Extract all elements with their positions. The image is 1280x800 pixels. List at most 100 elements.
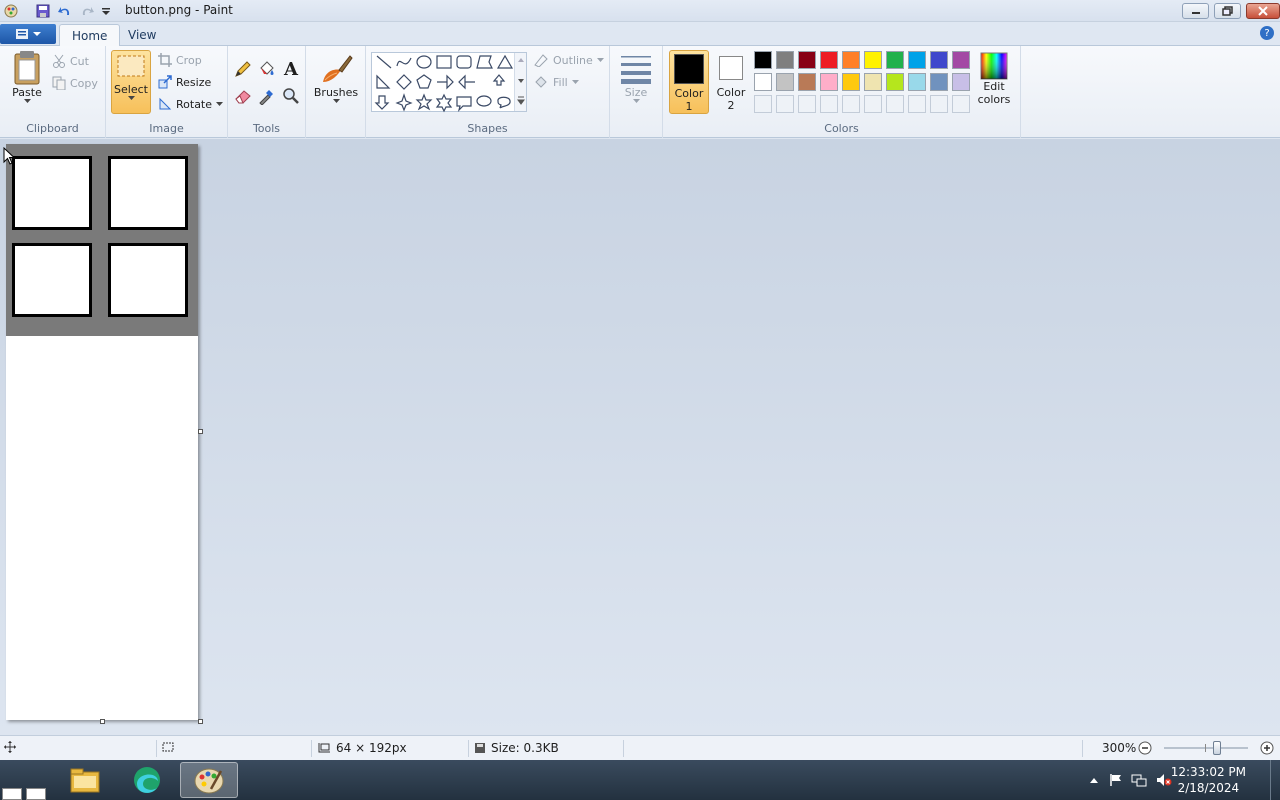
custom-color-slot[interactable] xyxy=(864,95,882,113)
select-label: Select xyxy=(114,83,148,96)
rotate-button[interactable]: Rotate xyxy=(158,95,224,113)
palette-swatch[interactable] xyxy=(952,51,970,69)
palette-swatch[interactable] xyxy=(864,51,882,69)
help-icon[interactable]: ? xyxy=(1260,26,1274,40)
palette-swatch[interactable] xyxy=(754,73,772,91)
cursor-position-icon xyxy=(4,741,16,753)
show-hidden-icons[interactable] xyxy=(1086,772,1102,788)
zoom-slider-track[interactable] xyxy=(1164,741,1248,755)
copy-button[interactable]: Copy xyxy=(52,74,98,92)
eraser-icon[interactable] xyxy=(233,86,253,106)
image-dimensions: 64 × 192px xyxy=(317,741,407,755)
shapes-group: Outline Fill Shapes xyxy=(366,46,610,138)
close-button[interactable] xyxy=(1246,3,1280,19)
custom-color-slot[interactable] xyxy=(798,95,816,113)
color1-button[interactable]: Color 1 xyxy=(669,50,709,114)
paste-button[interactable]: Paste xyxy=(8,50,46,104)
taskbar-paint[interactable] xyxy=(180,762,238,798)
rotate-label: Rotate xyxy=(176,97,213,111)
palette-swatch[interactable] xyxy=(776,51,794,69)
shapes-gallery-icons[interactable] xyxy=(374,53,514,113)
drawing-canvas[interactable] xyxy=(6,144,198,720)
custom-color-slot[interactable] xyxy=(754,95,772,113)
palette-swatch[interactable] xyxy=(776,73,794,91)
palette-swatch[interactable] xyxy=(930,51,948,69)
custom-color-slot[interactable] xyxy=(776,95,794,113)
system-clock[interactable]: 12:33:02 PM 2/18/2024 xyxy=(1171,764,1246,796)
tools-group: A Tools xyxy=(228,46,306,138)
show-desktop-button[interactable] xyxy=(1270,760,1280,800)
crop-button[interactable]: Crop xyxy=(158,51,202,69)
shapes-gallery-scroll[interactable] xyxy=(514,53,526,111)
window-title: button.png - Paint xyxy=(125,3,233,17)
disk-icon xyxy=(475,743,485,753)
start-button[interactable] xyxy=(0,786,48,800)
tab-view[interactable]: View xyxy=(116,24,168,46)
zoom-in-button[interactable] xyxy=(1260,741,1274,755)
minimize-button[interactable] xyxy=(1182,3,1209,19)
custom-color-slot[interactable] xyxy=(886,95,904,113)
custom-color-slot[interactable] xyxy=(952,95,970,113)
color2-button[interactable]: Color 2 xyxy=(711,53,751,112)
paint-menu-button[interactable] xyxy=(0,24,56,44)
canvas-resize-handle-bottom[interactable] xyxy=(100,719,105,724)
taskbar-file-explorer[interactable] xyxy=(56,762,114,798)
palette-swatch[interactable] xyxy=(754,51,772,69)
select-button[interactable]: Select xyxy=(111,50,151,114)
size-button[interactable]: Size xyxy=(616,52,656,104)
custom-color-slot[interactable] xyxy=(820,95,838,113)
undo-icon[interactable] xyxy=(57,3,73,19)
zoom-out-button[interactable] xyxy=(1138,741,1152,755)
outline-button[interactable]: Outline xyxy=(533,51,604,69)
fill-button[interactable]: Fill xyxy=(533,73,579,91)
magnifier-icon[interactable] xyxy=(281,86,301,106)
palette-swatch[interactable] xyxy=(952,73,970,91)
network-icon[interactable] xyxy=(1131,772,1147,788)
palette-swatch[interactable] xyxy=(820,73,838,91)
title-bar: button.png - Paint xyxy=(0,0,1280,22)
taskbar-browser[interactable] xyxy=(118,762,176,798)
palette-swatch[interactable] xyxy=(886,73,904,91)
paint-app-icon[interactable] xyxy=(3,3,19,19)
canvas-resize-handle-right[interactable] xyxy=(198,429,203,434)
brushes-button[interactable]: Brushes xyxy=(312,52,360,104)
restore-button[interactable] xyxy=(1214,3,1241,19)
edit-colors-button[interactable]: Edit colors xyxy=(975,52,1013,106)
palette-swatch[interactable] xyxy=(842,73,860,91)
tab-home[interactable]: Home xyxy=(59,24,121,46)
select-rectangle-icon xyxy=(117,55,145,77)
customize-quick-access-icon[interactable] xyxy=(98,3,114,19)
zoom-slider-thumb[interactable] xyxy=(1213,741,1221,755)
palette-swatch[interactable] xyxy=(864,73,882,91)
fill-bucket-icon[interactable] xyxy=(257,59,277,79)
color-picker-icon[interactable] xyxy=(257,86,277,106)
palette-swatch[interactable] xyxy=(908,73,926,91)
pencil-icon[interactable] xyxy=(233,59,253,79)
palette-swatch[interactable] xyxy=(820,51,838,69)
palette-swatch[interactable] xyxy=(798,51,816,69)
chevron-down-icon xyxy=(332,99,340,103)
palette-swatch[interactable] xyxy=(908,51,926,69)
volume-muted-icon[interactable] xyxy=(1156,772,1172,788)
resize-icon xyxy=(158,75,172,89)
crop-label: Crop xyxy=(176,53,202,67)
copy-icon xyxy=(52,76,66,90)
palette-swatch[interactable] xyxy=(798,73,816,91)
image-dimensions-text: 64 × 192px xyxy=(336,741,407,755)
button-sprite-frame xyxy=(108,156,188,230)
resize-button[interactable]: Resize xyxy=(158,73,211,91)
palette-swatch[interactable] xyxy=(886,51,904,69)
action-center-flag-icon[interactable] xyxy=(1108,772,1124,788)
text-tool-icon[interactable]: A xyxy=(281,59,301,80)
palette-swatch[interactable] xyxy=(930,73,948,91)
palette-swatch[interactable] xyxy=(842,51,860,69)
custom-color-slot[interactable] xyxy=(842,95,860,113)
canvas-resize-handle-corner[interactable] xyxy=(198,719,203,724)
custom-color-slot[interactable] xyxy=(930,95,948,113)
custom-color-slot[interactable] xyxy=(908,95,926,113)
color1-label-line1: Color xyxy=(674,87,704,100)
save-icon[interactable] xyxy=(35,3,51,19)
line-size-icon xyxy=(621,56,651,84)
cut-button[interactable]: Cut xyxy=(52,52,89,70)
redo-icon[interactable] xyxy=(79,3,95,19)
